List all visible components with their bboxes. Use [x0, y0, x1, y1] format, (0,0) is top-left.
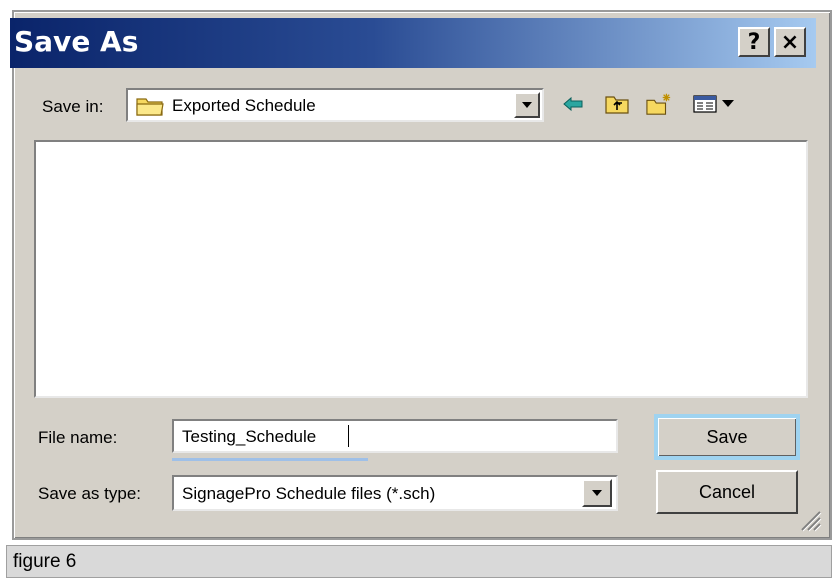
file-name-label: File name: — [38, 428, 118, 447]
chevron-down-icon — [591, 484, 603, 502]
save-as-type-label: Save as type: — [38, 484, 142, 503]
close-button[interactable]: × — [774, 27, 806, 57]
new-folder-icon[interactable] — [646, 92, 672, 116]
save-in-dropdown[interactable]: Exported Schedule — [126, 88, 544, 122]
save-in-dropdown-button[interactable] — [514, 92, 540, 118]
figure-caption-bar: figure 6 — [6, 545, 832, 578]
save-as-type-dropdown[interactable]: SignagePro Schedule files (*.sch) — [172, 475, 618, 511]
save-in-label: Save in: — [42, 97, 104, 116]
save-as-type-dropdown-button[interactable] — [582, 479, 612, 507]
file-name-underline — [172, 458, 368, 461]
figure-caption: figure 6 — [13, 551, 77, 572]
title-bar[interactable]: Save As ? × — [10, 18, 816, 68]
back-arrow-icon[interactable] — [560, 92, 586, 116]
help-button[interactable]: ? — [738, 27, 770, 57]
resize-grip-icon[interactable] — [796, 506, 822, 532]
save-as-type-value: SignagePro Schedule files (*.sch) — [182, 484, 436, 503]
save-in-value: Exported Schedule — [172, 96, 316, 115]
chevron-down-icon — [521, 96, 533, 114]
save-button[interactable]: Save — [654, 414, 800, 460]
up-folder-icon[interactable] — [604, 92, 630, 116]
cancel-button[interactable]: Cancel — [656, 470, 798, 514]
dialog-title: Save As — [14, 25, 139, 58]
file-name-value: Testing_Schedule — [182, 427, 317, 446]
file-list[interactable] — [34, 140, 808, 398]
folder-icon — [136, 95, 164, 122]
view-menu-icon[interactable] — [690, 92, 742, 116]
text-cursor — [348, 425, 349, 447]
file-name-input[interactable]: Testing_Schedule — [172, 419, 618, 453]
